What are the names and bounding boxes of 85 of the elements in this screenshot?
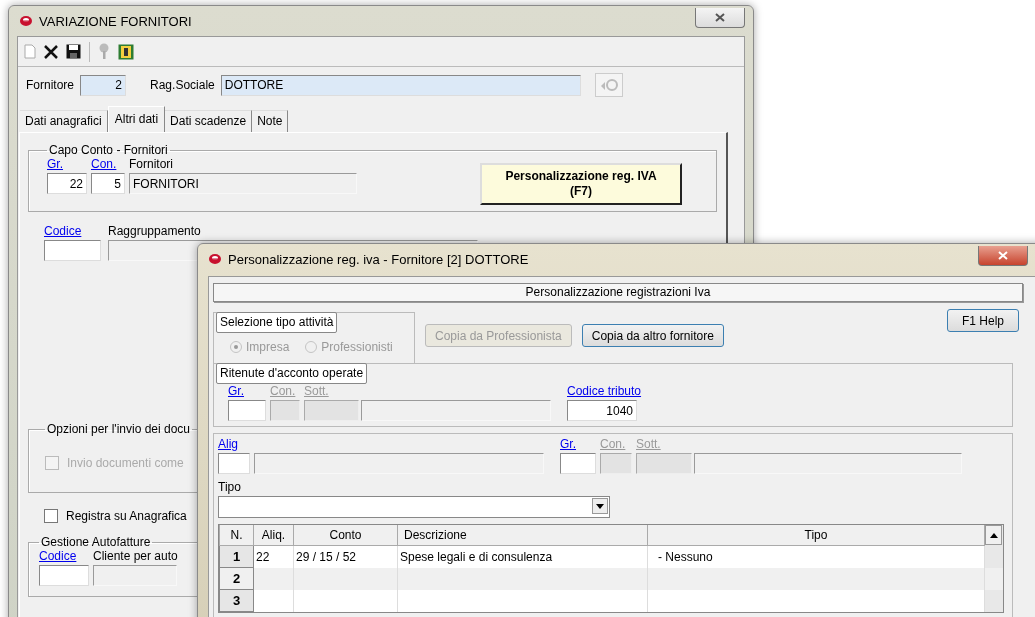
caret-icon — [596, 503, 604, 509]
copy-button[interactable]: Copia da altro fornitore — [581, 324, 724, 347]
close-button[interactable] — [978, 246, 1028, 266]
scroll-up-button[interactable] — [985, 525, 1002, 546]
field-label: Tipo — [218, 480, 242, 494]
radio-label: Impresa — [246, 340, 290, 354]
input-field[interactable]: 5 — [91, 173, 125, 194]
group-title: Gestione Autofatture — [40, 535, 152, 549]
input-field[interactable] — [218, 453, 250, 474]
group-title: Capo Conto - Fornitori — [48, 143, 169, 157]
field-label: Con. — [600, 437, 627, 451]
delete-icon[interactable] — [44, 44, 58, 59]
radio-label: Professionisti — [321, 340, 393, 354]
dropdown[interactable] — [218, 496, 610, 518]
field-label: Rag.Sociale — [150, 78, 215, 92]
checkbox-label: Registra su Anagrafica — [66, 509, 187, 523]
group-title: Ritenute d'acconto operate — [216, 363, 368, 384]
field-label: Fornitori — [129, 157, 174, 171]
window-title: Personalizzazione reg. iva - Fornitore [2] DOTTORE — [228, 251, 529, 267]
group-title: Selezione tipo attività — [216, 312, 338, 333]
save-icon[interactable] — [66, 44, 81, 59]
field-label: Cliente per auto — [93, 549, 178, 563]
book-icon[interactable] — [118, 43, 134, 60]
table-cell: - Nessuno — [658, 549, 713, 564]
link[interactable]: Alig — [218, 437, 250, 451]
column-header[interactable]: Tipo — [647, 525, 985, 546]
new-document-icon[interactable] — [24, 44, 36, 59]
field-label: Sott. — [636, 437, 662, 451]
input-field[interactable] — [39, 565, 89, 586]
input-field[interactable] — [270, 400, 300, 421]
input-field[interactable] — [361, 400, 551, 421]
close-button[interactable] — [695, 8, 745, 28]
input-field[interactable] — [228, 400, 266, 421]
iva-settings-button[interactable]: Personalizzazione reg. IVA (F7) — [480, 163, 682, 205]
input-field[interactable]: DOTTORE — [220, 74, 581, 96]
tab[interactable]: Altri dati — [107, 106, 166, 132]
input-field[interactable]: 1040 — [567, 400, 637, 421]
column-header[interactable]: N. — [219, 525, 254, 546]
tab[interactable]: Note — [252, 110, 289, 132]
field-label: Fornitore — [26, 78, 75, 92]
link[interactable]: Con. — [91, 157, 125, 171]
input-field[interactable] — [254, 453, 544, 474]
input-field[interactable] — [93, 565, 177, 586]
input-field[interactable] — [304, 400, 359, 421]
table-cell: 22 — [256, 549, 270, 564]
link[interactable]: Codice — [44, 224, 101, 238]
checkbox-label: Invio documenti come — [67, 456, 184, 470]
input-field[interactable] — [44, 240, 101, 261]
window-title: VARIAZIONE FORNITORI — [39, 13, 192, 29]
input-field[interactable] — [560, 453, 596, 474]
input-field[interactable] — [636, 453, 692, 474]
checkbox[interactable] — [44, 509, 58, 523]
row-header[interactable]: 1 — [219, 545, 254, 568]
column-header[interactable]: Descrizione — [397, 525, 648, 546]
group-title: Opzioni per l'invio dei docu — [46, 422, 192, 436]
help-button[interactable]: F1 Help — [947, 309, 1019, 332]
row-header[interactable]: 2 — [219, 567, 254, 590]
input-field[interactable] — [694, 453, 962, 474]
link[interactable]: Codice tributo — [567, 384, 642, 398]
close-icon — [715, 13, 725, 22]
tab[interactable]: Dati anagrafici — [20, 110, 108, 132]
app-logo-icon — [19, 15, 33, 27]
column-header[interactable]: Aliq. — [253, 525, 294, 546]
field-label: Con. — [270, 384, 297, 398]
app-logo-icon — [208, 253, 222, 265]
tab[interactable]: Dati scadenze — [165, 110, 253, 132]
section-header: Personalizzazione registrazioni Iva — [213, 283, 1023, 302]
table-cell: Spese legali e di consulenza — [400, 549, 553, 564]
input-field[interactable]: 2 — [80, 74, 127, 96]
field-label: Sott. — [304, 384, 330, 398]
key-icon[interactable] — [98, 43, 110, 60]
field-label[interactable]: Gr. — [560, 437, 596, 451]
close-icon — [998, 251, 1008, 260]
lookup-button[interactable] — [594, 73, 623, 97]
link[interactable]: Codice — [39, 549, 89, 563]
input-field[interactable] — [600, 453, 632, 474]
field-label: Raggruppamento — [108, 224, 202, 238]
link[interactable]: Gr. — [47, 157, 87, 171]
caret-up-icon — [989, 532, 998, 538]
row-header[interactable]: 3 — [219, 589, 254, 612]
input-field[interactable]: FORNITORI — [129, 173, 357, 194]
table-cell: 29 / 15 / 52 — [296, 549, 357, 564]
column-header[interactable]: Conto — [293, 525, 398, 546]
field-label[interactable]: Gr. — [228, 384, 266, 398]
input-field[interactable]: 22 — [47, 173, 87, 194]
